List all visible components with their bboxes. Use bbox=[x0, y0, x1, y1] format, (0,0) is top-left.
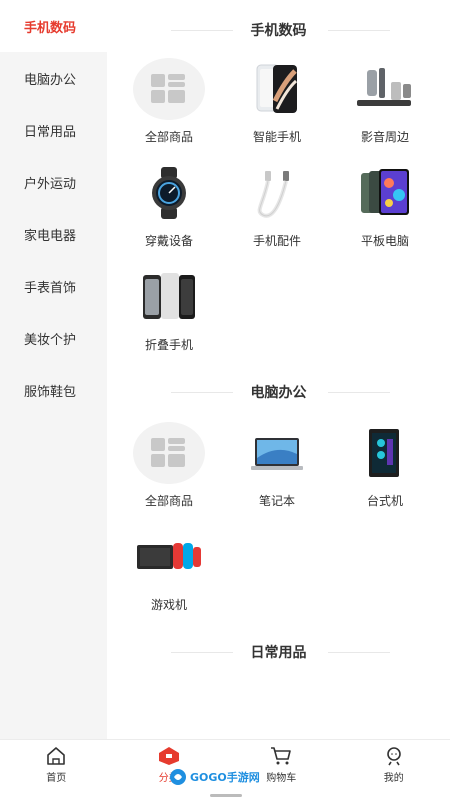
tab-home[interactable]: 首页 bbox=[0, 740, 113, 800]
sidebar-item-outdoor-sports[interactable]: 户外运动 bbox=[0, 156, 107, 208]
sidebar-item-label: 日常用品 bbox=[24, 124, 77, 140]
category-tile[interactable]: 手机配件 bbox=[223, 156, 331, 260]
sidebar-item-label: 家电电器 bbox=[24, 228, 77, 244]
smartphone-image bbox=[241, 56, 313, 122]
home-icon bbox=[47, 747, 66, 765]
category-tile[interactable]: 影音周边 bbox=[331, 52, 439, 156]
category-tile[interactable]: 全部商品 bbox=[115, 52, 223, 156]
category-tile[interactable]: 游戏机 bbox=[115, 520, 223, 624]
foldable-phone-image bbox=[133, 264, 205, 330]
tile-label: 全部商品 bbox=[144, 130, 193, 144]
sidebar-item-daily-goods[interactable]: 日常用品 bbox=[0, 104, 107, 156]
sidebar-item-label: 服饰鞋包 bbox=[24, 384, 77, 400]
tab-label: 首页 bbox=[46, 773, 67, 784]
home-indicator bbox=[210, 794, 242, 797]
tile-label: 全部商品 bbox=[144, 494, 193, 508]
section-title: 电脑办公 bbox=[107, 374, 450, 410]
category-tile[interactable]: 穿戴设备 bbox=[115, 156, 223, 260]
sidebar-item-watches-jewelry[interactable]: 手表首饰 bbox=[0, 260, 107, 312]
category-content: 手机数码 全部商品 智能手机 影音周边 穿戴设备 手机配件 平板电脑 折叠手机 … bbox=[107, 0, 450, 739]
sidebar-item-label: 户外运动 bbox=[24, 176, 77, 192]
tile-label: 折叠手机 bbox=[144, 338, 193, 352]
watermark-text: GOGO手游网 bbox=[190, 771, 260, 784]
sidebar-item-computers-office[interactable]: 电脑办公 bbox=[0, 52, 107, 104]
section-grid: 全部商品 笔记本 台式机 游戏机 bbox=[107, 416, 450, 624]
category-tile[interactable]: 全部商品 bbox=[115, 416, 223, 520]
category-tile[interactable]: 智能手机 bbox=[223, 52, 331, 156]
tile-label: 影音周边 bbox=[360, 130, 409, 144]
tile-label: 台式机 bbox=[366, 494, 403, 508]
desktop-pc-image bbox=[349, 420, 421, 486]
wearable-watch-image bbox=[133, 160, 205, 226]
watermark-logo-icon bbox=[170, 769, 186, 785]
game-console-image bbox=[133, 524, 205, 590]
category-icon bbox=[158, 747, 179, 765]
category-tile[interactable]: 台式机 bbox=[331, 416, 439, 520]
profile-icon bbox=[386, 747, 401, 766]
phone-cable-image bbox=[241, 160, 313, 226]
section-title: 手机数码 bbox=[107, 12, 450, 48]
tablet-image bbox=[349, 160, 421, 226]
tile-label: 游戏机 bbox=[150, 598, 187, 612]
sidebar-item-label: 手机数码 bbox=[24, 20, 77, 36]
category-tile[interactable]: 笔记本 bbox=[223, 416, 331, 520]
tile-label: 手机配件 bbox=[252, 234, 301, 248]
all-products-icon bbox=[133, 56, 205, 122]
sidebar-item-label: 电脑办公 bbox=[24, 72, 77, 88]
tab-label: 购物车 bbox=[266, 773, 297, 784]
sidebar-item-label: 手表首饰 bbox=[24, 280, 77, 296]
sidebar-item-clothing-bags[interactable]: 服饰鞋包 bbox=[0, 364, 107, 416]
sidebar-item-label: 美妆个护 bbox=[24, 332, 77, 348]
laptop-image bbox=[241, 420, 313, 486]
tile-label: 笔记本 bbox=[258, 494, 295, 508]
all-products-icon bbox=[133, 420, 205, 486]
section-grid: 全部商品 智能手机 影音周边 穿戴设备 手机配件 平板电脑 折叠手机 bbox=[107, 52, 450, 364]
category-tile[interactable]: 折叠手机 bbox=[115, 260, 223, 364]
sidebar-item-phones-digital[interactable]: 手机数码 bbox=[0, 0, 107, 52]
site-watermark: GOGO手游网 bbox=[168, 766, 264, 788]
cart-icon bbox=[271, 747, 292, 765]
tab-profile[interactable]: 我的 bbox=[338, 740, 450, 800]
tile-label: 智能手机 bbox=[252, 130, 301, 144]
tile-label: 平板电脑 bbox=[360, 234, 409, 248]
tile-label: 穿戴设备 bbox=[144, 234, 193, 248]
audio-video-image bbox=[349, 56, 421, 122]
category-tile[interactable]: 平板电脑 bbox=[331, 156, 439, 260]
sidebar-item-home-appliances[interactable]: 家电电器 bbox=[0, 208, 107, 260]
section-title: 日常用品 bbox=[107, 634, 450, 670]
tab-label: 我的 bbox=[383, 773, 404, 784]
sidebar-item-beauty-care[interactable]: 美妆个护 bbox=[0, 312, 107, 364]
category-sidebar: 手机数码 电脑办公 日常用品 户外运动 家电电器 手表首饰 美妆个护 服饰鞋包 bbox=[0, 0, 107, 739]
